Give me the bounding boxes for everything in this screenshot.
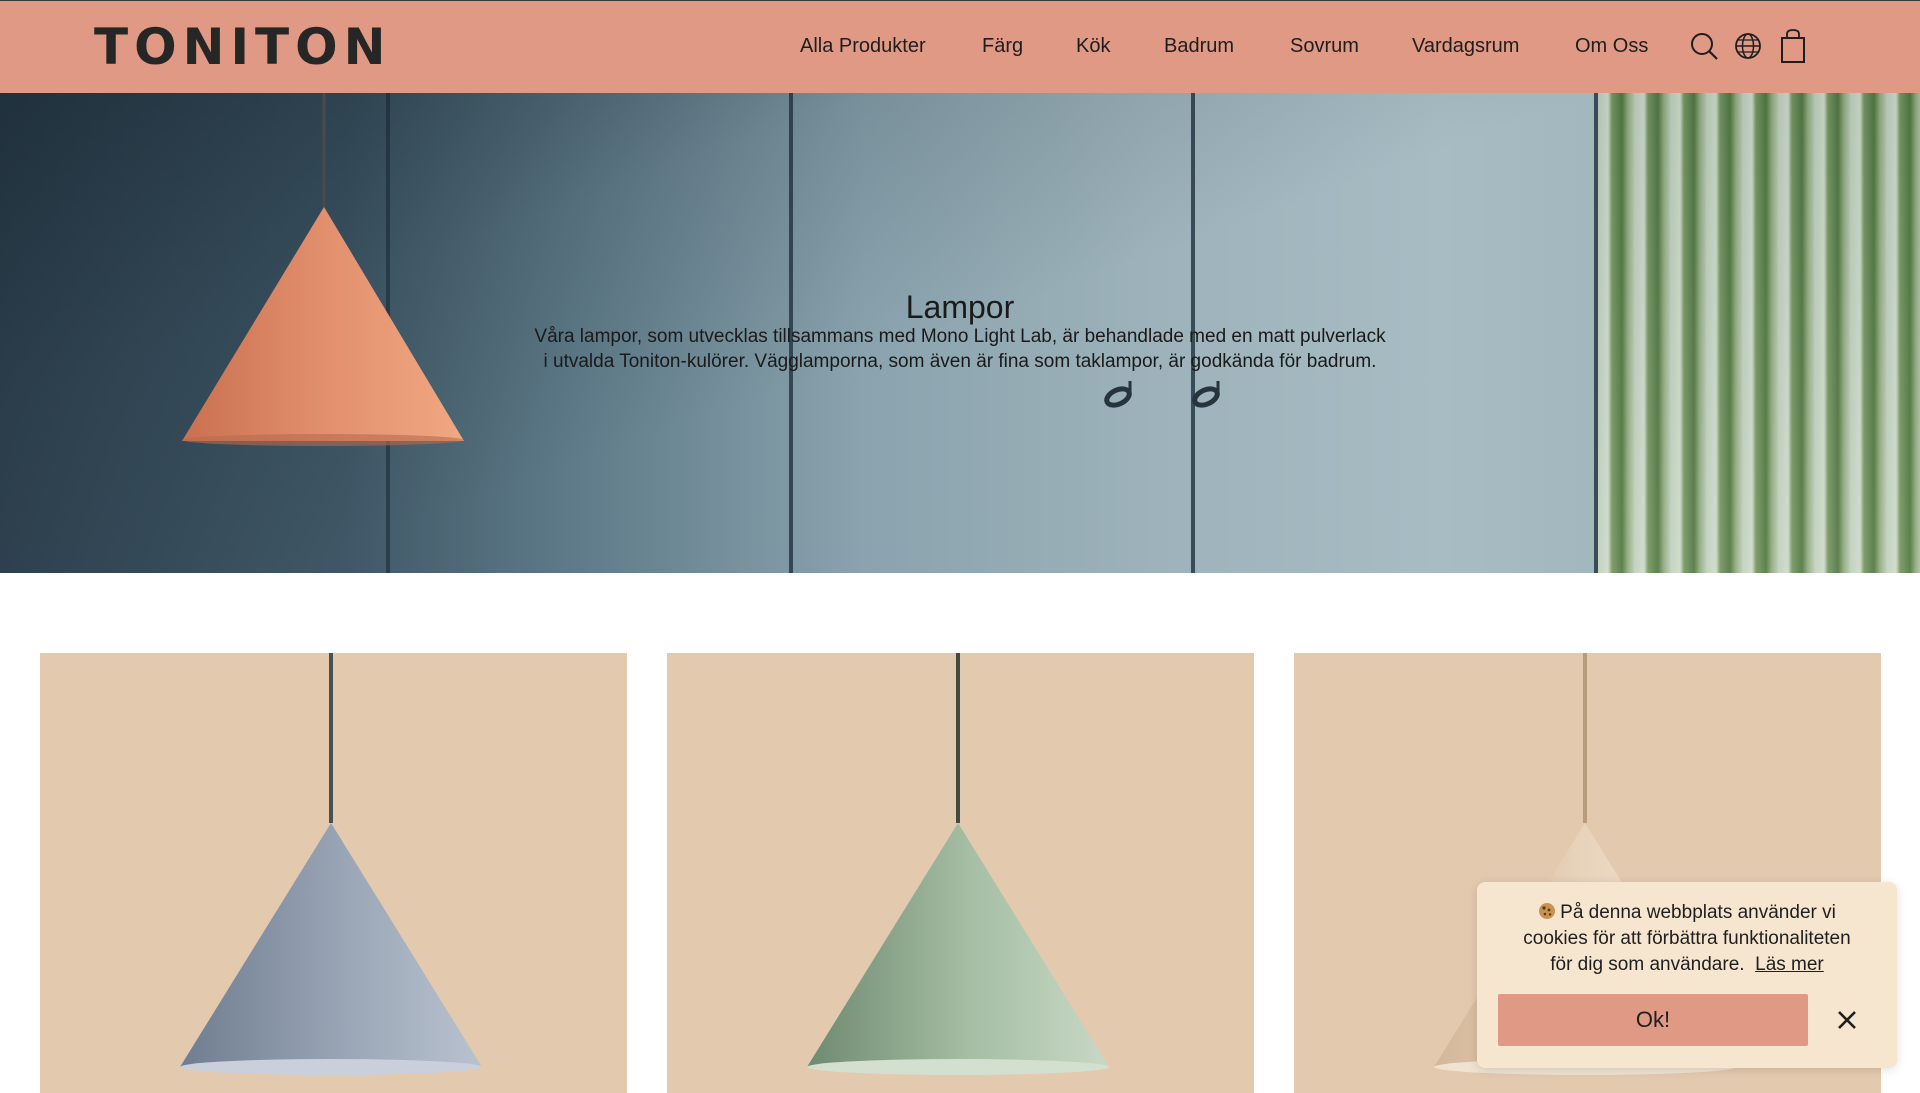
close-icon[interactable]	[1833, 1006, 1861, 1034]
cabinet-handle	[1104, 381, 1132, 408]
nav-item-badrum[interactable]: Badrum	[1164, 31, 1234, 61]
search-icon[interactable]	[1688, 28, 1722, 64]
cookie-accept-button[interactable]: Ok!	[1498, 994, 1808, 1046]
cabinet-handle	[1192, 381, 1220, 408]
cookie-icon	[1539, 903, 1556, 919]
nav-item-vardagsrum[interactable]: Vardagsrum	[1412, 31, 1519, 61]
hero-description-line: i utvalda Toniton-kulörer. Vägglamporna,…	[543, 351, 1377, 372]
nav-item-kok[interactable]: Kök	[1076, 31, 1110, 61]
shopping-bag-icon[interactable]	[1776, 28, 1810, 64]
cookie-message-text: för dig som användare.	[1550, 954, 1745, 975]
window-tint	[1598, 93, 1920, 573]
hero-pendant-lamp	[182, 93, 464, 446]
product-card[interactable]	[40, 653, 627, 1093]
cookie-message-line: På denna webbplats använder vi	[1491, 900, 1883, 926]
product-card[interactable]	[667, 653, 1254, 1093]
nav-item-sovrum[interactable]: Sovrum	[1290, 31, 1359, 61]
cookie-message: På denna webbplats använder vi cookies f…	[1491, 900, 1883, 978]
cookie-banner: På denna webbplats använder vi cookies f…	[1477, 882, 1897, 1068]
product-lamp-image	[807, 653, 1109, 1075]
cookie-message-text: På denna webbplats använder vi	[1560, 902, 1836, 923]
nav-item-om-oss[interactable]: Om Oss	[1575, 31, 1648, 61]
globe-icon[interactable]	[1731, 28, 1765, 64]
hero-description-line: Våra lampor, som utvecklas tillsammans m…	[534, 326, 1386, 347]
read-more-link[interactable]: Läs mer	[1755, 954, 1824, 975]
cookie-message-line: för dig som användare. Läs mer	[1491, 952, 1883, 978]
site-header: TONITON Alla Produkter Färg Kök Badrum S…	[0, 0, 1920, 93]
hero-description: Våra lampor, som utvecklas tillsammans m…	[480, 324, 1440, 374]
hero-banner: Lampor Våra lampor, som utvecklas tillsa…	[0, 93, 1920, 573]
product-lamp-image	[180, 653, 482, 1075]
nav-item-alla-produkter[interactable]: Alla Produkter	[800, 31, 926, 61]
nav-item-farg[interactable]: Färg	[982, 31, 1023, 61]
main-nav: Alla Produkter Färg Kök Badrum Sovrum Va…	[0, 31, 1920, 61]
cookie-message-line: cookies för att förbättra funktionalitet…	[1523, 928, 1851, 949]
page-title: Lampor	[905, 289, 1015, 325]
